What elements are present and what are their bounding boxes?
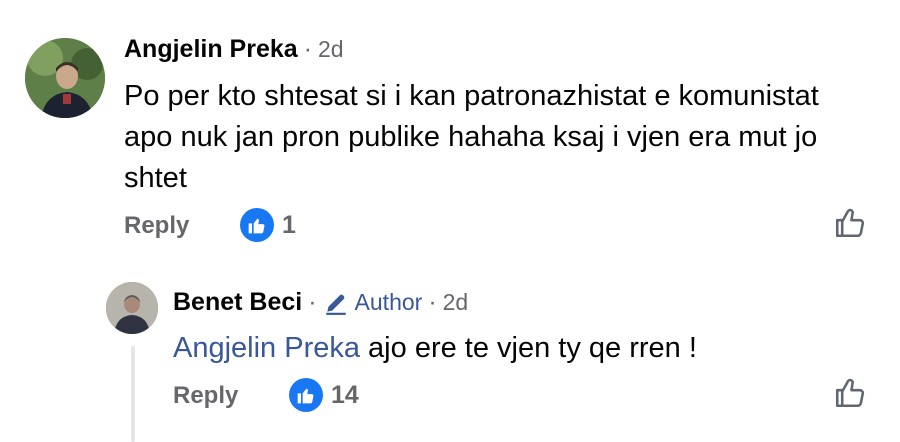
- author-badge: Author: [323, 289, 423, 316]
- separator: ·: [428, 288, 437, 316]
- mention-link[interactable]: Angjelin Preka: [173, 332, 360, 364]
- reactions-summary[interactable]: 14: [289, 378, 359, 412]
- separator: ·: [308, 288, 317, 316]
- like-button[interactable]: [833, 206, 867, 245]
- reaction-count: 1: [282, 210, 296, 239]
- reactions-summary[interactable]: 1: [240, 208, 296, 242]
- comment-text: Angjelin Preka ajo ere te vjen ty qe rre…: [173, 328, 853, 369]
- thumbs-up-icon: [835, 378, 865, 408]
- avatar[interactable]: [106, 282, 158, 334]
- thumbs-up-icon: [835, 208, 865, 238]
- timestamp[interactable]: 2d: [443, 289, 469, 316]
- avatar-photo: [106, 282, 158, 334]
- author-name[interactable]: Benet Beci: [173, 288, 302, 317]
- like-button[interactable]: [833, 376, 867, 415]
- reaction-count: 14: [331, 380, 359, 409]
- comment-header: Benet Beci · Author · 2d: [173, 288, 468, 317]
- timestamp[interactable]: 2d: [318, 36, 344, 63]
- reply-button[interactable]: Reply: [124, 212, 189, 240]
- like-icon: [240, 208, 274, 242]
- comment-header: Angjelin Preka · 2d: [124, 35, 344, 64]
- comment-text: Po per kto shtesat si i kan patronazhist…: [124, 80, 819, 194]
- separator: ·: [303, 35, 312, 63]
- thread-line: [131, 346, 135, 442]
- author-name[interactable]: Angjelin Preka: [124, 35, 298, 64]
- like-icon: [289, 378, 323, 412]
- author-badge-label: Author: [354, 289, 423, 315]
- avatar-photo: [25, 38, 105, 118]
- avatar[interactable]: [25, 38, 105, 118]
- reply-text: ajo ere te vjen ty qe rren !: [360, 332, 697, 364]
- reply-button[interactable]: Reply: [173, 382, 238, 410]
- pencil-icon: [325, 294, 346, 315]
